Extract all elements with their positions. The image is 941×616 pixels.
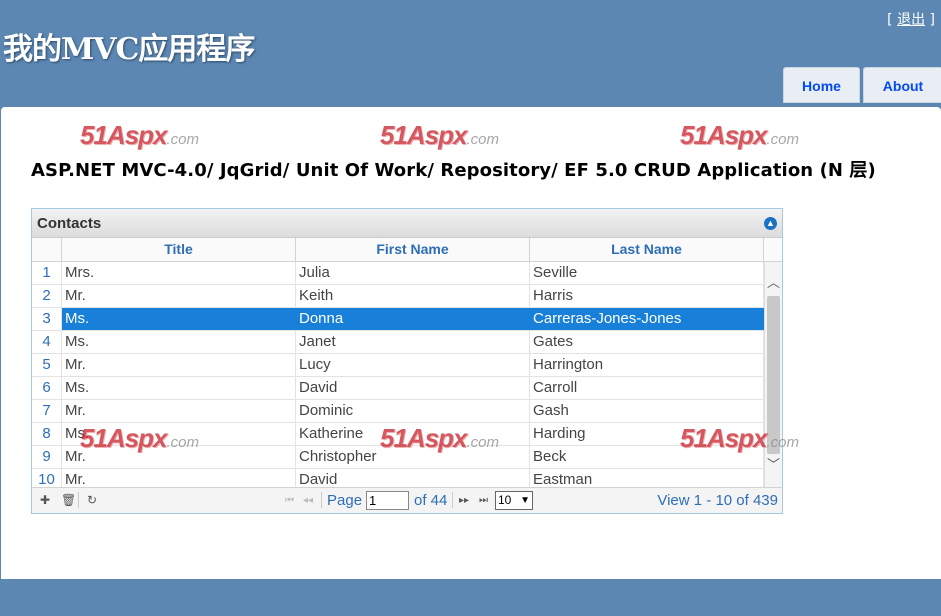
title-cell: Ms. xyxy=(62,377,296,399)
first-name-cell: David xyxy=(296,469,530,487)
prev-page-icon[interactable]: ◂◂ xyxy=(303,488,313,513)
grid-body: 1 Mrs. Julia Seville 2 Mr. Keith Harris 3 Ms. Donn… xyxy=(32,262,782,487)
title-cell: Mr. xyxy=(62,446,296,468)
scroll-up-icon[interactable]: ︿ xyxy=(765,273,782,293)
last-name-cell: Gates xyxy=(530,331,764,353)
scroll-down-icon[interactable]: ﹀ xyxy=(765,455,782,475)
scroll-header-spacer xyxy=(764,238,782,261)
row-number-cell: 9 xyxy=(32,446,62,468)
title-cell: Mr. xyxy=(62,354,296,376)
scroll-thumb[interactable] xyxy=(767,296,780,454)
first-name-cell: David xyxy=(296,377,530,399)
first-page-icon[interactable]: ⏮ xyxy=(285,488,294,513)
logout-link[interactable]: 退出 xyxy=(897,12,925,28)
first-name-cell: Katherine xyxy=(296,423,530,445)
table-row[interactable]: 9 Mr. Christopher Beck xyxy=(32,446,782,469)
menu-about[interactable]: About xyxy=(863,67,941,103)
first-name-cell: Donna xyxy=(296,308,530,330)
collapse-icon[interactable]: ▲ xyxy=(764,217,777,230)
page-label: Page xyxy=(327,492,363,509)
first-name-cell: Janet xyxy=(296,331,530,353)
table-row[interactable]: 1 Mrs. Julia Seville xyxy=(32,262,782,285)
grid-header: Title First Name Last Name xyxy=(32,238,782,262)
grid-caption: Contacts ▲ xyxy=(32,209,782,238)
next-page-icon[interactable]: ▸▸ xyxy=(459,488,469,513)
rows-per-page-select[interactable]: 10 ▼ xyxy=(495,491,533,510)
grid-scrollbar[interactable]: ︿ ﹀ xyxy=(764,262,782,487)
row-number-cell: 2 xyxy=(32,285,62,307)
title-cell: Mr. xyxy=(62,285,296,307)
first-name-cell: Keith xyxy=(296,285,530,307)
last-name-cell: Gash xyxy=(530,400,764,422)
row-number-cell: 5 xyxy=(32,354,62,376)
last-page-icon[interactable]: ⏭ xyxy=(479,488,488,513)
add-icon[interactable]: ✚ xyxy=(40,488,50,513)
title-cell: Mrs. xyxy=(62,262,296,284)
first-name-cell: Lucy xyxy=(296,354,530,376)
last-name-cell: Seville xyxy=(530,262,764,284)
last-name-cell: Harris xyxy=(530,285,764,307)
column-header-first-name[interactable]: First Name xyxy=(296,238,530,261)
table-row[interactable]: 2 Mr. Keith Harris xyxy=(32,285,782,308)
main-menu: Home About xyxy=(783,67,941,103)
page-number-input[interactable] xyxy=(366,491,409,510)
page-heading: ASP.NET MVC-4.0/ JqGrid/ Unit Of Work/ R… xyxy=(31,160,876,181)
last-name-cell: Eastman xyxy=(530,469,764,487)
contacts-grid: Contacts ▲ Title First Name Last Name 1M… xyxy=(31,208,783,514)
last-name-cell: Harrington xyxy=(530,354,764,376)
table-row[interactable]: 3 Ms. Donna Carreras-Jones-Jones xyxy=(32,308,782,331)
row-number-cell: 6 xyxy=(32,377,62,399)
first-name-cell: Christopher xyxy=(296,446,530,468)
last-name-cell: Harding xyxy=(530,423,764,445)
last-name-cell: Beck xyxy=(530,446,764,468)
login-bracket-close: ] xyxy=(925,12,935,28)
title-cell: Ms. xyxy=(62,308,296,330)
title-cell: Ms. xyxy=(62,423,296,445)
delete-icon[interactable]: 🗑 xyxy=(61,488,76,513)
row-number-cell: 1 xyxy=(32,262,62,284)
pager-separator xyxy=(452,492,453,508)
table-row[interactable]: 10 Mr. David Eastman xyxy=(32,469,782,487)
row-number-header xyxy=(32,238,62,261)
table-row[interactable]: 6 Ms. David Carroll xyxy=(32,377,782,400)
table-row[interactable]: 4 Ms. Janet Gates xyxy=(32,331,782,354)
pager-separator xyxy=(78,492,79,508)
pager-separator xyxy=(321,492,322,508)
page-count: of 44 xyxy=(414,492,448,509)
site-title: 我的MVC应用程序 xyxy=(3,32,255,67)
grid-pager: ✚ 🗑 ↻ ⏮ ◂◂ Page of 44 ▸▸ ⏭ 10▼ View 1 - … xyxy=(32,487,782,513)
first-name-cell: Julia xyxy=(296,262,530,284)
last-name-cell: Carroll xyxy=(530,377,764,399)
column-header-title[interactable]: Title xyxy=(62,238,296,261)
row-number-cell: 3 xyxy=(32,308,62,330)
footer xyxy=(0,579,941,616)
row-number-cell: 8 xyxy=(32,423,62,445)
view-record-info: View 1 - 10 of 439 xyxy=(657,492,778,509)
title-cell: Mr. xyxy=(62,400,296,422)
last-name-cell: Carreras-Jones-Jones xyxy=(530,308,764,330)
refresh-icon[interactable]: ↻ xyxy=(87,488,97,513)
row-number-cell: 10 xyxy=(32,469,62,487)
title-cell: Mr. xyxy=(62,469,296,487)
title-cell: Ms. xyxy=(62,331,296,353)
row-number-cell: 7 xyxy=(32,400,62,422)
row-number-cell: 4 xyxy=(32,331,62,353)
login-display: [ 退出 ] xyxy=(887,9,935,29)
first-name-cell: Dominic xyxy=(296,400,530,422)
column-header-last-name[interactable]: Last Name xyxy=(530,238,764,261)
table-row[interactable]: 7 Mr. Dominic Gash xyxy=(32,400,782,423)
table-row[interactable]: 5 Mr. Lucy Harrington xyxy=(32,354,782,377)
menu-home[interactable]: Home xyxy=(783,67,860,103)
table-row[interactable]: 8 Ms. Katherine Harding xyxy=(32,423,782,446)
grid-caption-title: Contacts xyxy=(37,215,102,232)
login-bracket-open: [ xyxy=(887,12,898,28)
